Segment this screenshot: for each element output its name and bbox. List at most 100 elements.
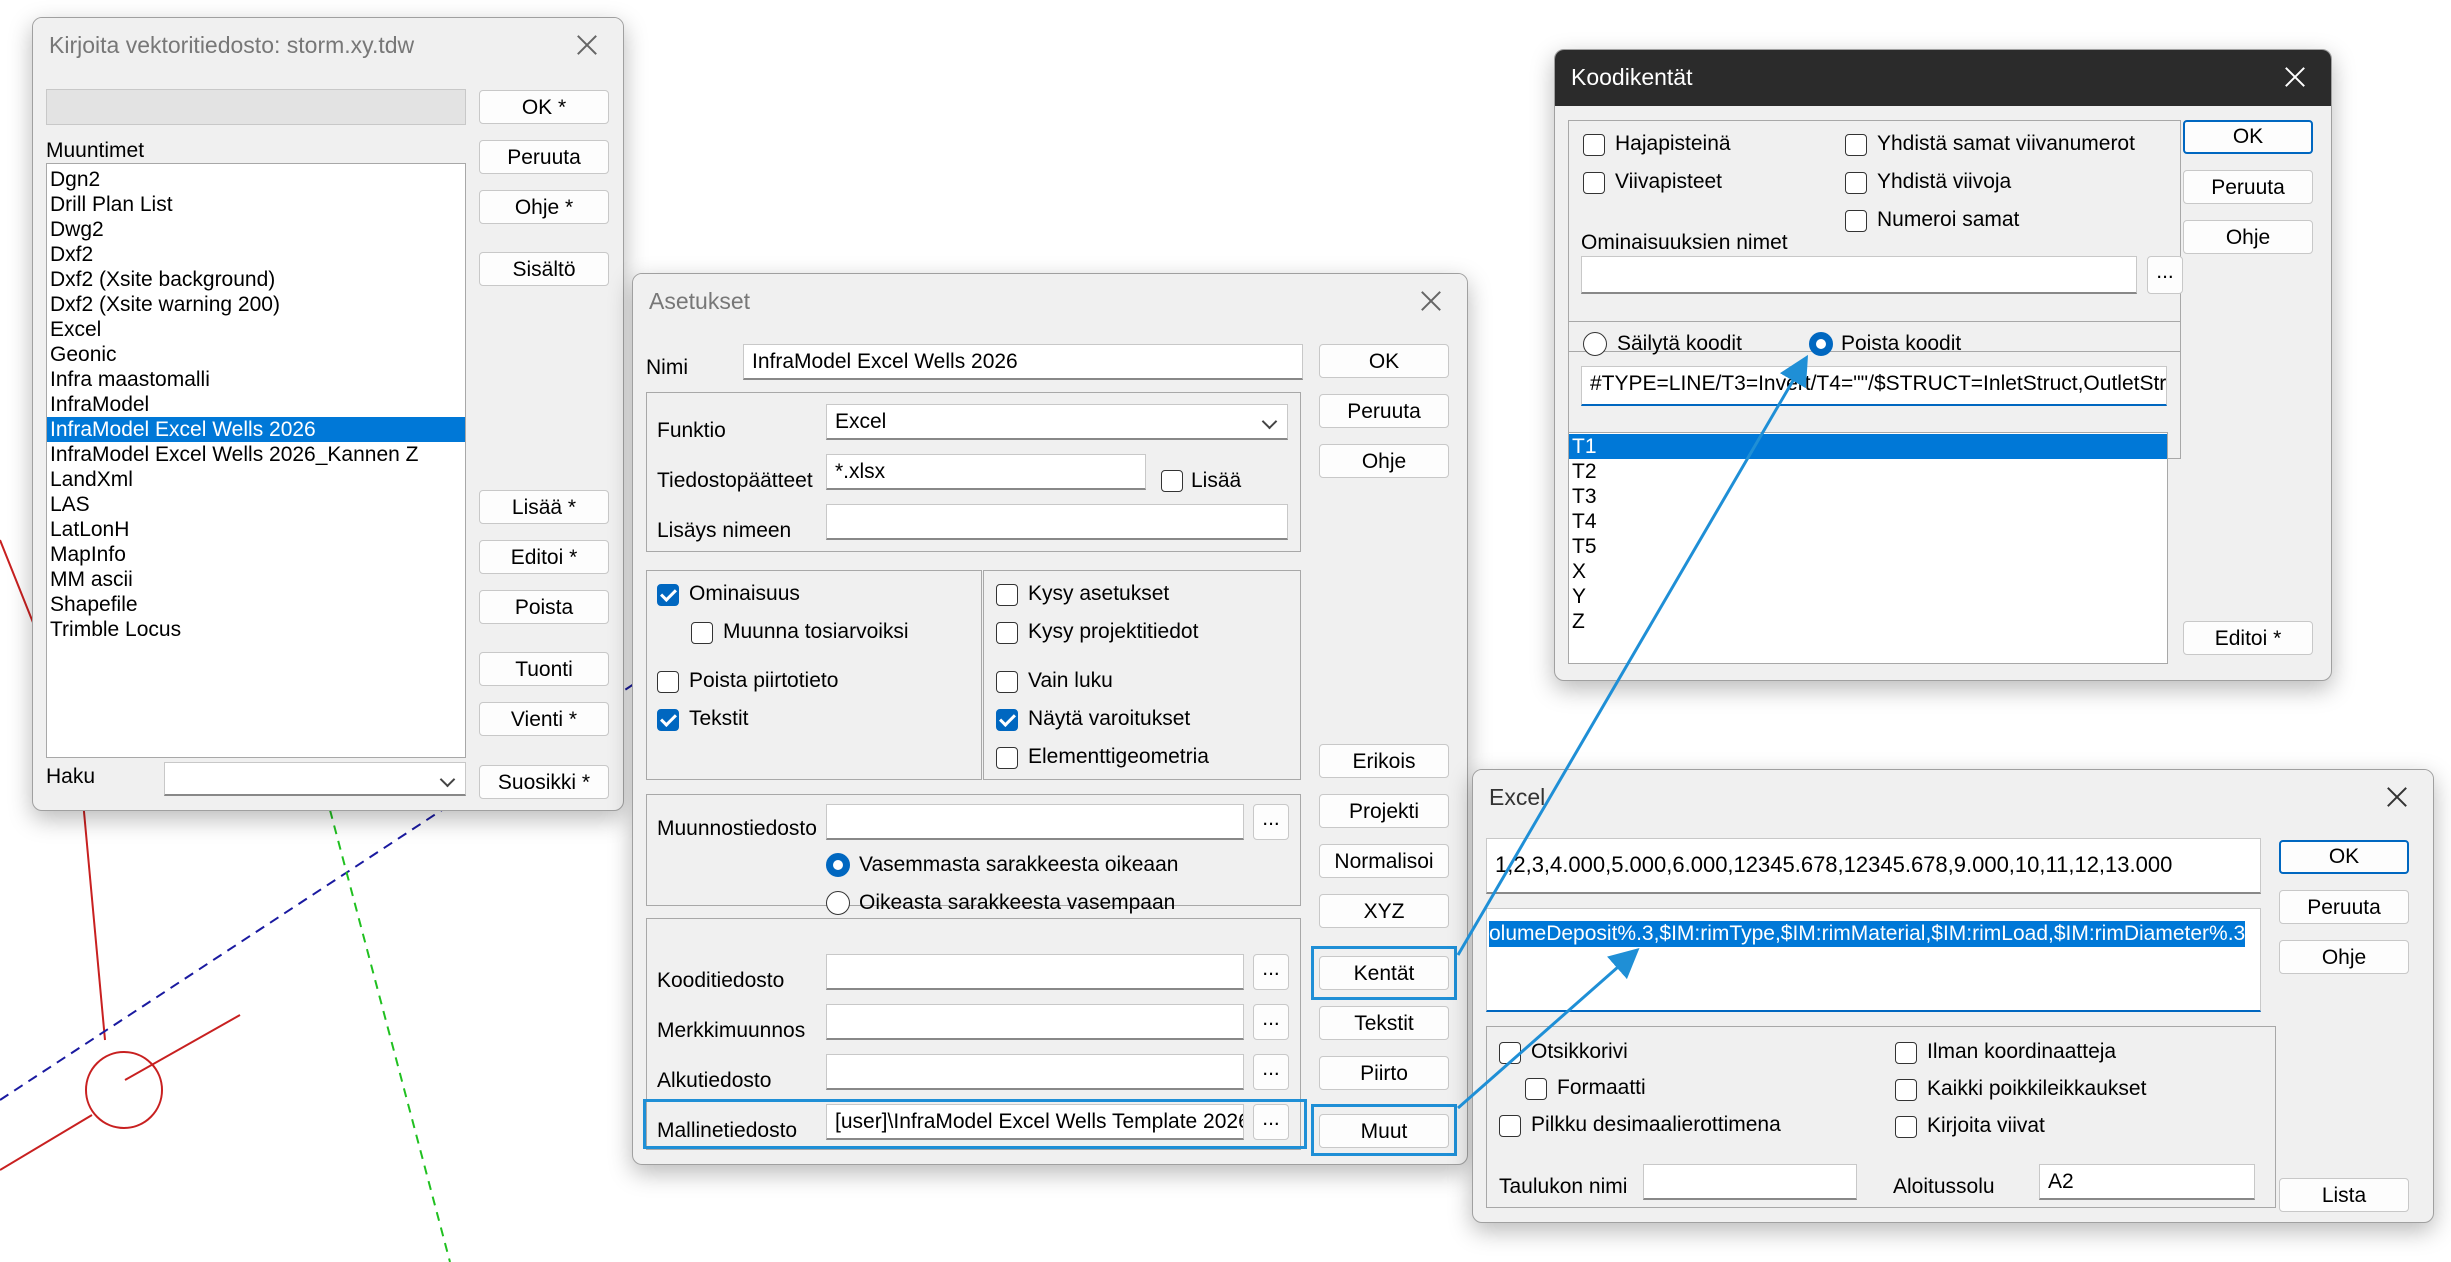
direction-radio[interactable] bbox=[826, 853, 850, 877]
checkbox[interactable] bbox=[1845, 210, 1867, 232]
cancel-button[interactable]: Peruuta bbox=[2279, 890, 2409, 924]
list-item[interactable]: T5 bbox=[1569, 534, 2167, 559]
converter-list[interactable]: Dgn2 Drill Plan List Dwg2 Dxf2 Dxf2 (Xsite b… bbox=[46, 163, 466, 758]
checkbox[interactable] bbox=[1499, 1042, 1521, 1064]
checkbox[interactable] bbox=[657, 584, 679, 606]
special-button[interactable]: Erikois bbox=[1319, 744, 1449, 778]
list-item[interactable]: T2 bbox=[1569, 459, 2167, 484]
close-icon[interactable] bbox=[1418, 288, 1444, 314]
init-file-field[interactable] bbox=[826, 1054, 1244, 1090]
fields-box[interactable]: olumeDeposit%.3,$IM:rimType,$IM:rimMater… bbox=[1486, 908, 2261, 1012]
conversion-file-field[interactable] bbox=[826, 804, 1244, 840]
function-dropdown[interactable]: Excel bbox=[826, 404, 1288, 440]
checkbox[interactable] bbox=[1845, 172, 1867, 194]
list-item[interactable]: LatLonH bbox=[47, 517, 465, 542]
checkbox[interactable] bbox=[1895, 1042, 1917, 1064]
cancel-button[interactable]: Peruuta bbox=[479, 140, 609, 174]
list-item[interactable]: Z bbox=[1569, 609, 2167, 634]
fields-list[interactable]: T1 T2 T3 T4 T5 X Y Z bbox=[1568, 432, 2168, 664]
list-item[interactable]: Excel bbox=[47, 317, 465, 342]
export-button[interactable]: Vienti * bbox=[479, 702, 609, 736]
close-icon[interactable] bbox=[574, 32, 600, 58]
list-item[interactable]: Infra maastomalli bbox=[47, 367, 465, 392]
list-item[interactable]: X bbox=[1569, 559, 2167, 584]
text-button[interactable]: Tekstit bbox=[1319, 1006, 1449, 1040]
list-item[interactable]: InfraModel Excel Wells 2026_Kannen Z bbox=[47, 442, 465, 467]
checkbox[interactable] bbox=[1499, 1115, 1521, 1137]
list-item[interactable]: Dgn2 bbox=[47, 167, 465, 192]
cancel-button[interactable]: Peruuta bbox=[2183, 170, 2313, 204]
ok-button[interactable]: OK bbox=[2183, 120, 2313, 154]
list-item[interactable]: T4 bbox=[1569, 509, 2167, 534]
checkbox[interactable] bbox=[996, 747, 1018, 769]
ok-button[interactable]: OK bbox=[1319, 344, 1449, 378]
checkbox[interactable] bbox=[1845, 134, 1867, 156]
direction-radio[interactable] bbox=[826, 891, 850, 915]
conversion-browse-button[interactable]: ... bbox=[1253, 804, 1289, 840]
checkbox[interactable] bbox=[996, 584, 1018, 606]
checkbox[interactable] bbox=[1583, 172, 1605, 194]
xyz-button[interactable]: XYZ bbox=[1319, 894, 1449, 928]
project-button[interactable]: Projekti bbox=[1319, 794, 1449, 828]
property-names-field[interactable] bbox=[1581, 256, 2137, 294]
list-item[interactable]: Geonic bbox=[47, 342, 465, 367]
list-item[interactable]: Y bbox=[1569, 584, 2167, 609]
checkbox[interactable] bbox=[996, 671, 1018, 693]
close-icon[interactable] bbox=[2384, 784, 2410, 810]
list-item[interactable]: MapInfo bbox=[47, 542, 465, 567]
help-button[interactable]: Ohje * bbox=[479, 190, 609, 224]
add-extension-checkbox[interactable] bbox=[1161, 470, 1183, 492]
list-item[interactable]: T3 bbox=[1569, 484, 2167, 509]
edit-button[interactable]: Editoi * bbox=[2183, 621, 2313, 655]
start-cell-field[interactable]: A2 bbox=[2039, 1164, 2255, 1200]
import-button[interactable]: Tuonti bbox=[479, 652, 609, 686]
columns-field[interactable]: 1,2,3,4.000,5.000,6.000,12345.678,12345.… bbox=[1486, 838, 2261, 894]
delete-button[interactable]: Poista bbox=[479, 590, 609, 624]
checkbox[interactable] bbox=[657, 671, 679, 693]
extensions-field[interactable]: *.xlsx bbox=[826, 454, 1146, 490]
list-button[interactable]: Lista bbox=[2279, 1178, 2409, 1212]
checkbox[interactable] bbox=[657, 709, 679, 731]
list-item[interactable]: Drill Plan List bbox=[47, 192, 465, 217]
add-button[interactable]: Lisää * bbox=[479, 490, 609, 524]
checkbox[interactable] bbox=[1525, 1078, 1547, 1100]
list-item[interactable]: Shapefile bbox=[47, 592, 465, 617]
ok-button[interactable]: OK * bbox=[479, 90, 609, 124]
close-icon[interactable] bbox=[2282, 64, 2308, 90]
list-item[interactable]: LAS bbox=[47, 492, 465, 517]
keep-codes-radio[interactable] bbox=[1583, 332, 1607, 356]
name-suffix-field[interactable] bbox=[826, 504, 1288, 540]
cancel-button[interactable]: Peruuta bbox=[1319, 394, 1449, 428]
edit-button[interactable]: Editoi * bbox=[479, 540, 609, 574]
name-field[interactable]: InfraModel Excel Wells 2026 bbox=[743, 344, 1303, 380]
remove-codes-radio[interactable] bbox=[1809, 332, 1833, 356]
checkbox[interactable] bbox=[691, 622, 713, 644]
property-names-browse-button[interactable]: ... bbox=[2147, 256, 2183, 294]
checkbox[interactable] bbox=[996, 622, 1018, 644]
list-item[interactable]: LandXml bbox=[47, 467, 465, 492]
checkbox[interactable] bbox=[996, 709, 1018, 731]
init-file-browse-button[interactable]: ... bbox=[1253, 1054, 1289, 1090]
list-item[interactable]: InfraModel Excel Wells 2026 bbox=[47, 417, 465, 442]
ok-button[interactable]: OK bbox=[2279, 840, 2409, 874]
checkbox[interactable] bbox=[1895, 1116, 1917, 1138]
list-item[interactable]: Dxf2 (Xsite warning 200) bbox=[47, 292, 465, 317]
search-dropdown[interactable] bbox=[164, 762, 466, 796]
help-button[interactable]: Ohje bbox=[2279, 940, 2409, 974]
help-button[interactable]: Ohje bbox=[1319, 444, 1449, 478]
list-item[interactable]: InfraModel bbox=[47, 392, 465, 417]
table-name-field[interactable] bbox=[1643, 1164, 1857, 1200]
list-item[interactable]: T1 bbox=[1569, 434, 2167, 459]
char-conv-browse-button[interactable]: ... bbox=[1253, 1004, 1289, 1040]
checkbox[interactable] bbox=[1583, 134, 1605, 156]
list-item[interactable]: MM ascii bbox=[47, 567, 465, 592]
help-button[interactable]: Ohje bbox=[2183, 220, 2313, 254]
code-file-browse-button[interactable]: ... bbox=[1253, 954, 1289, 990]
list-item[interactable]: Trimble Locus bbox=[47, 617, 465, 642]
code-file-field[interactable] bbox=[826, 954, 1244, 990]
contents-button[interactable]: Sisältö bbox=[479, 252, 609, 286]
favorites-button[interactable]: Suosikki * bbox=[479, 765, 609, 799]
list-item[interactable]: Dxf2 (Xsite background) bbox=[47, 267, 465, 292]
char-conv-field[interactable] bbox=[826, 1004, 1244, 1040]
checkbox[interactable] bbox=[1895, 1079, 1917, 1101]
